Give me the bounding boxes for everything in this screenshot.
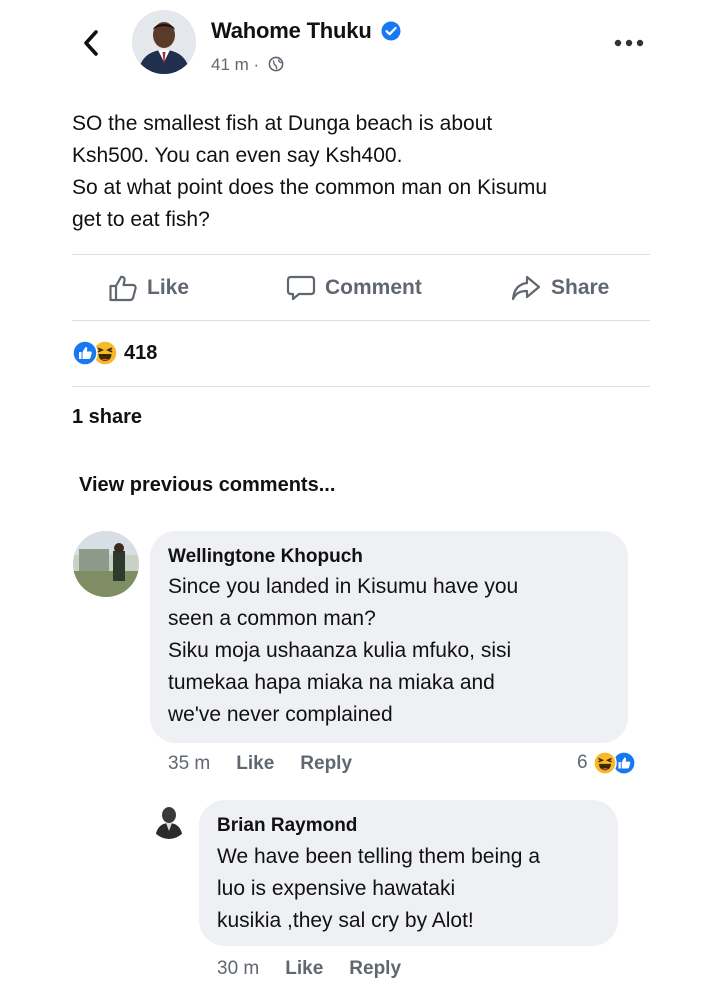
author-name-text: Wahome Thuku [211,18,372,43]
comment-like-button[interactable]: Like [236,753,274,775]
more-options-button[interactable] [612,34,646,52]
comment-reply-button[interactable]: Reply [349,958,401,980]
commenter-avatar[interactable] [73,531,139,597]
comment-text-line: We have been telling them being a [217,845,540,868]
comment-text-line: luo is expensive hawataki [217,877,456,900]
like-label: Like [147,276,190,299]
comment-reactions[interactable]: 6 [577,751,636,775]
author-avatar[interactable] [132,10,196,74]
share-button[interactable]: Share [510,262,609,314]
reply-commenter-avatar[interactable] [150,801,188,839]
comment-bubble: Wellingtone Khopuch Since you landed in … [150,531,628,743]
like-button[interactable]: Like [108,262,189,314]
post-text-line: So at what point does the common man on … [72,176,548,199]
comment-time[interactable]: 30 m [217,958,259,980]
share-label: Share [551,276,610,299]
thumbs-up-outline-icon [109,275,137,302]
comment-button[interactable]: Comment [286,262,422,314]
back-button[interactable] [80,28,102,58]
comment-label: Comment [325,276,422,299]
reply-meta: 30 m Like Reply [217,958,401,980]
post-actions-bar: Like Comment Share [72,262,650,314]
comment-like-button[interactable]: Like [285,958,323,980]
post-author-name[interactable]: Wahome Thuku [211,18,401,44]
comment-reaction-count: 6 [577,752,588,773]
comment-text-line: we've never complained [168,703,393,726]
post-text-line: Ksh500. You can even say Ksh400. [72,144,403,167]
view-previous-comments-link[interactable]: View previous comments... [79,474,335,497]
comment-meta: 35 m Like Reply [168,753,352,775]
meta-separator: · [253,55,260,74]
comment-text: We have been telling them being a luo is… [217,841,612,937]
comment-text-line: seen a common man? [168,607,376,630]
comment-reply-button[interactable]: Reply [300,753,352,775]
share-arrow-icon [511,275,541,301]
share-count[interactable]: 1 share [72,406,142,429]
post-text-line: SO the smallest fish at Dunga beach is a… [72,112,493,135]
globe-icon [268,56,284,72]
comment-bubble-icon [286,275,316,301]
comment-author-name[interactable]: Wellingtone Khopuch [168,546,363,568]
divider [72,254,650,255]
chevron-left-icon [84,30,98,56]
post-body: SO the smallest fish at Dunga beach is a… [72,108,672,236]
post-time[interactable]: 41 m [211,55,249,74]
comment-author-name[interactable]: Brian Raymond [217,815,357,837]
ellipsis-icon [614,39,644,47]
comment-text-line: Siku moja ushaanza kulia mfuko, sisi [168,639,512,662]
divider [72,320,650,321]
divider [72,386,650,387]
comment-text-line: Since you landed in Kisumu have you [168,575,519,598]
post-header: Wahome Thuku 41 m · [0,0,719,90]
post-meta: 41 m · [211,55,284,75]
comment-text-line: kusikia ,they sal cry by Alot! [217,909,474,932]
post-text-line: get to eat fish? [72,208,210,231]
reply-bubble: Brian Raymond We have been telling them … [199,800,618,946]
comment-text: Since you landed in Kisumu have you seen… [168,571,618,731]
like-reaction-icon [72,340,98,366]
comment-text-line: tumekaa hapa miaka na miaka and [168,671,495,694]
comment-time[interactable]: 35 m [168,753,210,775]
verified-badge-icon [381,21,401,41]
reactions-summary[interactable]: 418 [72,338,157,368]
haha-reaction-icon [592,751,617,775]
reaction-count: 418 [124,341,158,364]
